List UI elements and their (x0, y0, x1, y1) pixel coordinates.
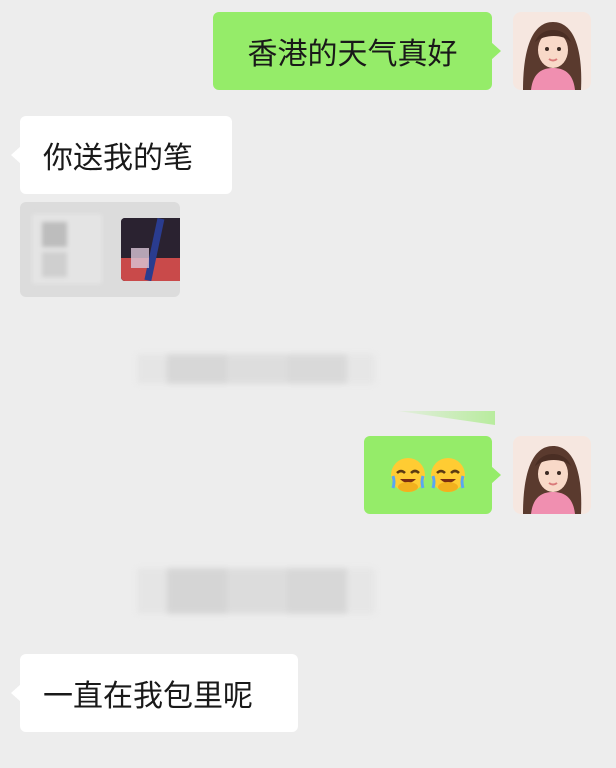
blurred-system-text (137, 568, 375, 614)
face-palm-icon (391, 458, 425, 492)
outgoing-message-bubble[interactable] (364, 436, 501, 514)
incoming-message-bubble[interactable]: 一直在我包里呢 (11, 654, 298, 732)
incoming-message-bubble[interactable]: 你送我的笔 (11, 116, 232, 194)
green-artifact (398, 411, 495, 425)
pen-photo-icon (121, 218, 180, 281)
message-text: 一直在我包里呢 (43, 679, 253, 714)
avatar-portrait-icon (513, 436, 591, 514)
incoming-media-card[interactable] (20, 202, 180, 297)
photo-thumbnail[interactable] (121, 218, 180, 281)
avatar-portrait-icon (513, 12, 591, 90)
avatar[interactable] (513, 12, 591, 90)
blurred-thumbnail (32, 214, 102, 284)
face-palm-icon (431, 458, 465, 492)
avatar[interactable] (513, 436, 591, 514)
message-text: 香港的天气真好 (247, 37, 458, 72)
message-text: 你送我的笔 (43, 141, 193, 176)
blurred-system-text (137, 354, 375, 384)
outgoing-message-bubble[interactable]: 香港的天气真好 (213, 12, 501, 90)
